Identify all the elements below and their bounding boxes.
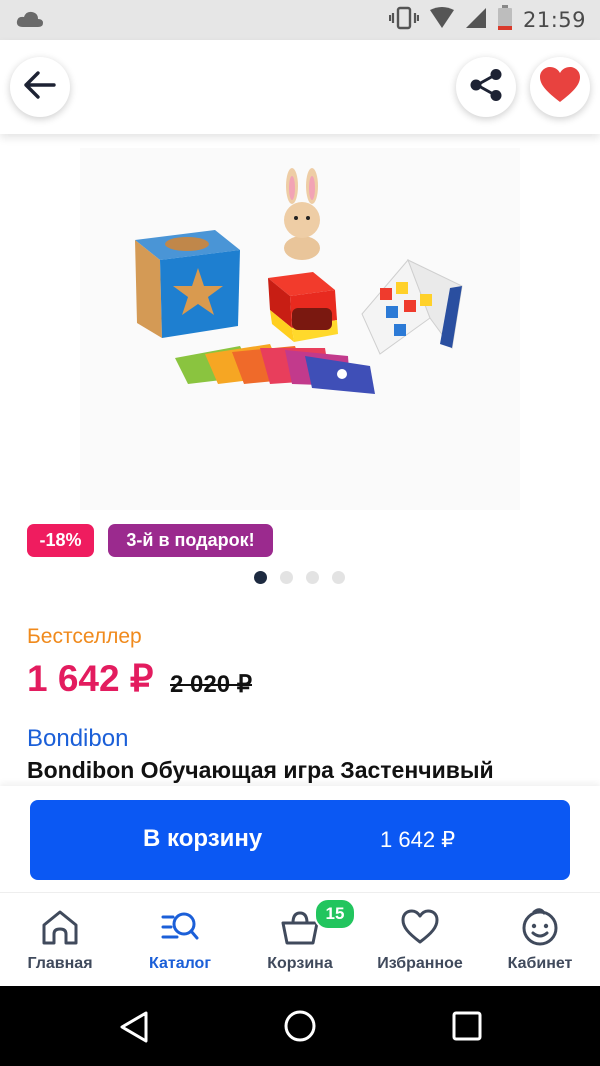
system-nav-bar (0, 986, 600, 1066)
status-bar: 21:59 (0, 0, 600, 40)
discount-badge: -18% (27, 524, 94, 557)
favorite-button[interactable] (530, 57, 590, 117)
nav-item-catalog[interactable]: Каталог (120, 893, 240, 987)
status-time: 21:59 (522, 8, 586, 32)
cloud-icon (16, 10, 44, 32)
vibrate-icon (388, 6, 420, 34)
bunny-stack-illustration (268, 168, 338, 342)
product-title: Bondibon Обучающая игра Застенчивый (27, 757, 494, 783)
back-triangle-icon[interactable] (118, 1010, 150, 1048)
promo-badge-text: 3-й в подарок! (126, 530, 255, 550)
nav-label: Кабинет (507, 955, 573, 972)
blue-cube-illustration (135, 230, 240, 338)
carousel-dots (254, 571, 345, 584)
nav-item-account[interactable]: Кабинет (480, 893, 600, 987)
share-button[interactable] (456, 57, 516, 117)
old-price: 2 020 ₽ (170, 671, 252, 698)
brand-link[interactable]: Bondibon (27, 725, 128, 753)
carousel-dot[interactable] (332, 571, 345, 584)
product-image[interactable] (80, 148, 520, 510)
promo-badge: 3-й в подарок! (108, 524, 273, 557)
heart-icon (539, 66, 581, 108)
nav-label: Корзина (267, 955, 333, 972)
nav-item-favorites[interactable]: Избранное (360, 893, 480, 987)
home-icon (40, 907, 80, 947)
bottom-nav: Главная Каталог Корзина Избранное Кабине… (0, 892, 600, 987)
discount-badge-text: -18% (39, 530, 82, 550)
add-to-cart-label: В корзину (143, 825, 263, 852)
nav-item-home[interactable]: Главная (0, 893, 120, 987)
carousel-dot[interactable] (254, 571, 267, 584)
cart-count-badge: 15 (314, 898, 356, 930)
heart-outline-icon (400, 907, 440, 947)
home-circle-icon[interactable] (283, 1009, 317, 1047)
signal-icon (465, 7, 487, 33)
catalog-search-icon (160, 907, 200, 947)
arrow-left-icon (23, 70, 57, 104)
top-bar (0, 40, 600, 134)
share-icon (469, 68, 503, 106)
nav-label: Каталог (149, 955, 211, 972)
wifi-icon (429, 7, 455, 33)
bestseller-label: Бестселлер (27, 625, 142, 648)
nav-label: Главная (27, 955, 93, 972)
add-to-cart-amount: 1 642 ₽ (380, 827, 456, 852)
recents-square-icon[interactable] (452, 1011, 482, 1045)
back-button[interactable] (10, 57, 70, 117)
add-to-cart-button[interactable]: В корзину 1 642 ₽ (30, 800, 570, 880)
booklet-illustration (361, 259, 463, 355)
current-price: 1 642 ₽ (27, 658, 154, 699)
nav-label: Избранное (377, 955, 463, 972)
smiley-icon (520, 907, 560, 947)
carousel-dot[interactable] (306, 571, 319, 584)
carousel-dot[interactable] (280, 571, 293, 584)
cards-illustration (175, 344, 375, 394)
battery-icon (497, 5, 513, 35)
